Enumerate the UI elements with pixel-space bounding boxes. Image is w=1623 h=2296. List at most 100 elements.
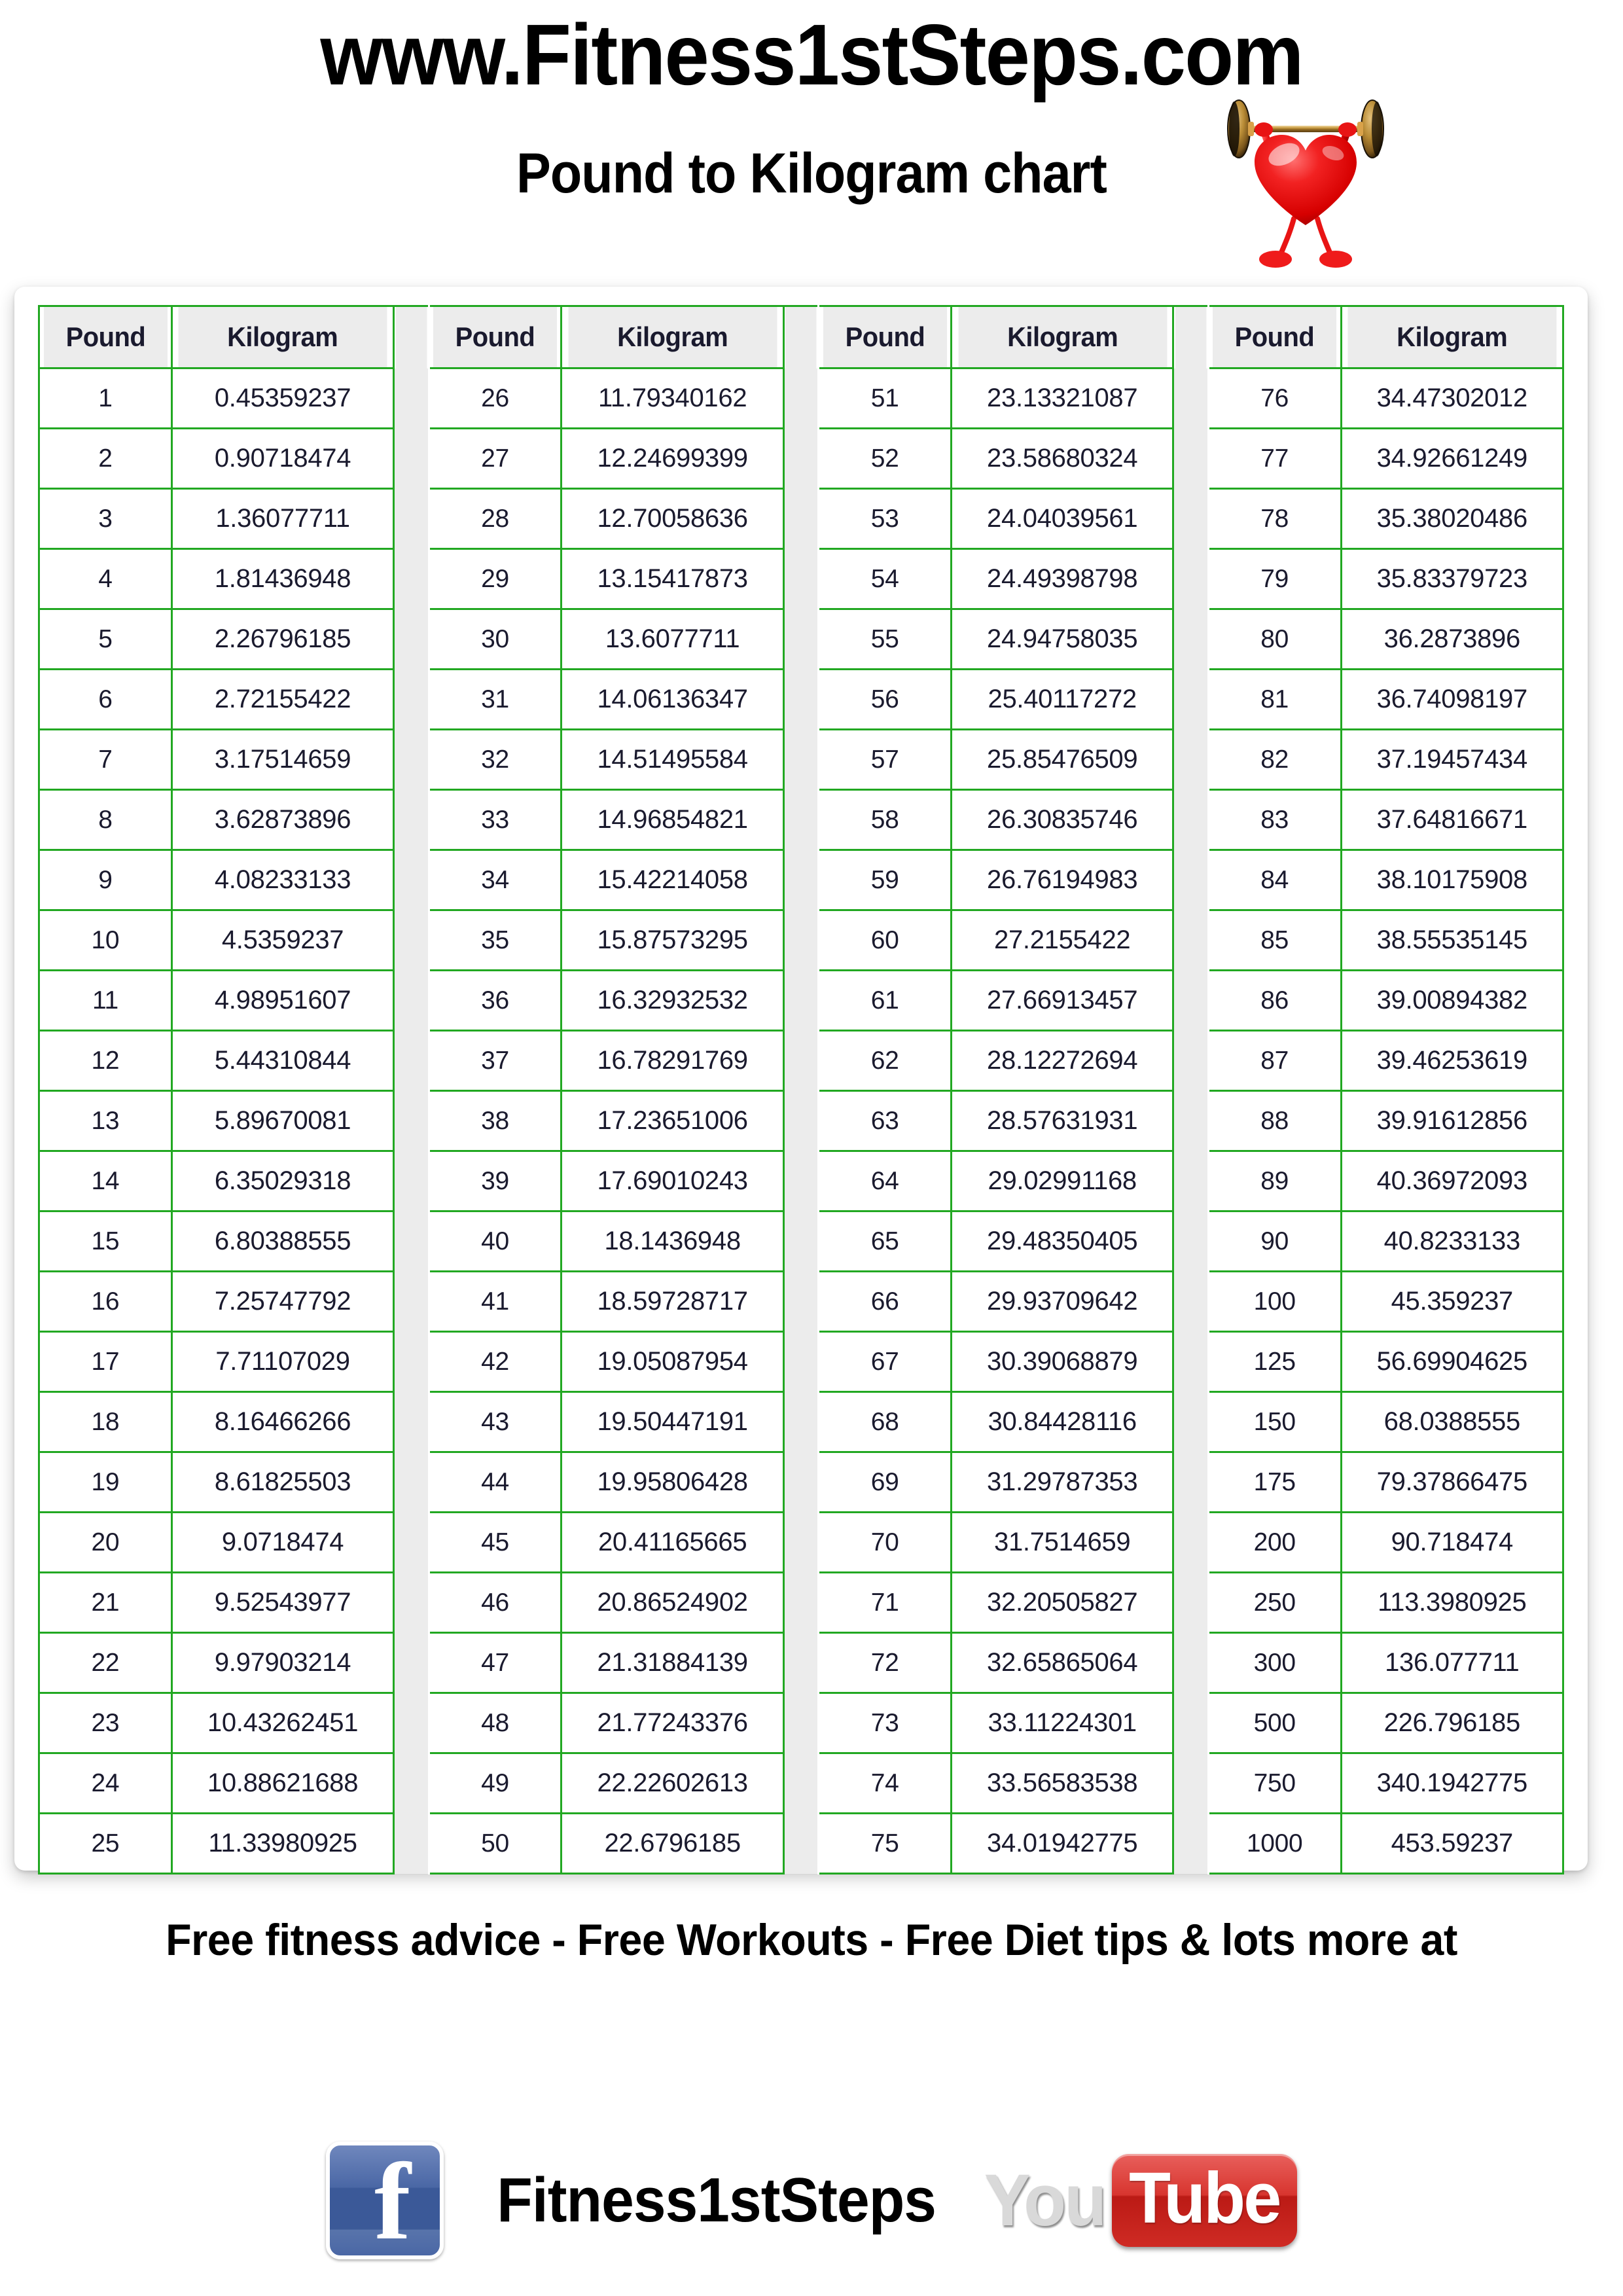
- cell-kilogram: 37.19457434: [1340, 728, 1565, 791]
- site-url-title: www.Fitness1stSteps.com: [320, 7, 1304, 103]
- column-spacer-cell: [782, 488, 820, 549]
- cell-pound: 84: [1207, 849, 1342, 911]
- cell-kilogram: 8.16466266: [170, 1391, 395, 1453]
- facebook-icon[interactable]: f: [325, 2142, 444, 2259]
- cell-pound: 1000: [1207, 1812, 1342, 1874]
- column-spacer-cell: [1172, 850, 1209, 910]
- cell-kilogram: 33.56583538: [950, 1752, 1175, 1814]
- cell-pound: 48: [427, 1692, 563, 1754]
- column-spacer-cell: [1172, 1391, 1209, 1452]
- cell-kilogram: 18.1436948: [560, 1210, 785, 1272]
- cell-pound: 73: [817, 1692, 953, 1754]
- cell-kilogram: 22.22602613: [560, 1752, 785, 1814]
- column-header-pound-1: Pound: [41, 305, 169, 369]
- cell-kilogram: 24.04039561: [950, 488, 1175, 550]
- cell-kilogram: 23.13321087: [950, 367, 1175, 429]
- cell-kilogram: 28.12272694: [950, 1030, 1175, 1092]
- cell-pound: 69: [817, 1451, 953, 1513]
- cell-kilogram: 26.30835746: [950, 789, 1175, 851]
- cell-kilogram: 68.0388555: [1340, 1391, 1565, 1453]
- cell-pound: 300: [1207, 1632, 1342, 1694]
- cell-kilogram: 9.97903214: [170, 1632, 395, 1694]
- cell-pound: 75: [817, 1812, 953, 1874]
- cell-pound: 28: [427, 488, 563, 550]
- cell-pound: 78: [1207, 488, 1342, 550]
- table-row: 15 6.80388555 40 18.1436948 65 29.48350405 90 4…: [38, 1210, 1565, 1272]
- cell-kilogram: 6.35029318: [170, 1150, 395, 1212]
- cell-pound: 79: [1207, 548, 1342, 610]
- cell-kilogram: 8.61825503: [170, 1451, 395, 1513]
- cell-kilogram: 38.10175908: [1340, 849, 1565, 911]
- cell-kilogram: 14.51495584: [560, 728, 785, 791]
- column-spacer-cell: [393, 850, 430, 910]
- cell-pound: 70: [817, 1511, 953, 1573]
- column-spacer-cell: [393, 1452, 430, 1513]
- cell-kilogram: 24.49398798: [950, 548, 1175, 610]
- cell-kilogram: 39.00894382: [1340, 969, 1565, 1031]
- column-spacer-cell: [782, 910, 820, 971]
- table-row: 20 9.0718474 45 20.41165665 70 31.7514659 200 9…: [38, 1511, 1565, 1573]
- column-spacer-cell: [393, 1572, 430, 1633]
- column-spacer-cell: [1172, 1452, 1209, 1513]
- table-row: 19 8.61825503 44 19.95806428 69 31.29787353 17…: [38, 1451, 1565, 1513]
- cell-kilogram: 19.95806428: [560, 1451, 785, 1513]
- cell-kilogram: 25.85476509: [950, 728, 1175, 791]
- cell-kilogram: 35.83379723: [1340, 548, 1565, 610]
- cell-pound: 50: [427, 1812, 563, 1874]
- cell-pound: 85: [1207, 909, 1342, 971]
- cell-pound: 150: [1207, 1391, 1342, 1453]
- cell-pound: 22: [38, 1632, 173, 1694]
- cell-pound: 55: [817, 608, 953, 670]
- cell-kilogram: 40.8233133: [1340, 1210, 1565, 1272]
- column-spacer-cell: [393, 669, 430, 730]
- cell-kilogram: 21.31884139: [560, 1632, 785, 1694]
- column-spacer-cell: [782, 548, 820, 609]
- column-spacer-cell: [782, 1753, 820, 1814]
- cell-pound: 74: [817, 1752, 953, 1814]
- cell-kilogram: 12.24699399: [560, 427, 785, 490]
- cell-kilogram: 1.81436948: [170, 548, 395, 610]
- column-header-pound-3: Pound: [821, 305, 949, 369]
- column-spacer-cell: [393, 1813, 430, 1874]
- cell-pound: 33: [427, 789, 563, 851]
- column-spacer-cell: [782, 729, 820, 790]
- cell-pound: 14: [38, 1150, 173, 1212]
- cell-pound: 60: [817, 909, 953, 971]
- youtube-icon[interactable]: You Tube: [981, 2154, 1298, 2247]
- cell-pound: 52: [817, 427, 953, 490]
- table-row: 1 0.45359237 26 11.79340162 51 23.13321087 76 3…: [38, 367, 1565, 429]
- table-row: 3 1.36077711 28 12.70058636 53 24.04039561 78 3…: [38, 488, 1565, 550]
- cell-kilogram: 12.70058636: [560, 488, 785, 550]
- table-row: 2 0.90718474 27 12.24699399 52 23.58680324 77 3…: [38, 427, 1565, 490]
- social-row: f Fitness1stSteps You Tube: [0, 2142, 1623, 2259]
- column-spacer-cell: [393, 729, 430, 790]
- column-spacer-cell: [1172, 609, 1209, 670]
- table-row: 11 4.98951607 36 16.32932532 61 27.66913457 86…: [38, 969, 1565, 1031]
- cell-pound: 5: [38, 608, 173, 670]
- cell-kilogram: 17.69010243: [560, 1150, 785, 1212]
- cell-kilogram: 226.796185: [1340, 1692, 1565, 1754]
- column-spacer-cell: [782, 1391, 820, 1452]
- cell-kilogram: 79.37866475: [1340, 1451, 1565, 1513]
- cell-kilogram: 27.66913457: [950, 969, 1175, 1031]
- cell-pound: 53: [817, 488, 953, 550]
- table-row: 9 4.08233133 34 15.42214058 59 26.76194983 84 3…: [38, 849, 1565, 911]
- youtube-tube-text: Tube: [1129, 2158, 1282, 2239]
- cell-pound: 175: [1207, 1451, 1342, 1513]
- cell-pound: 62: [817, 1030, 953, 1092]
- cell-kilogram: 34.47302012: [1340, 367, 1565, 429]
- cell-pound: 46: [427, 1571, 563, 1634]
- conversion-table-panel: Pound Kilogram Pound Kilogram Pound Kilo…: [14, 287, 1588, 1874]
- column-spacer-cell: [782, 1693, 820, 1753]
- cell-pound: 19: [38, 1451, 173, 1513]
- cell-pound: 24: [38, 1752, 173, 1814]
- table-header-row: Pound Kilogram Pound Kilogram Pound Kilo…: [39, 305, 1563, 369]
- cell-kilogram: 2.26796185: [170, 608, 395, 670]
- cell-kilogram: 7.25747792: [170, 1270, 395, 1333]
- cell-kilogram: 3.62873896: [170, 789, 395, 851]
- table-row: 7 3.17514659 32 14.51495584 57 25.85476509 82 3…: [38, 728, 1565, 791]
- column-spacer-cell: [782, 609, 820, 670]
- column-spacer-cell: [782, 1813, 820, 1874]
- column-spacer-cell: [782, 1211, 820, 1272]
- column-spacer-cell: [1172, 428, 1209, 489]
